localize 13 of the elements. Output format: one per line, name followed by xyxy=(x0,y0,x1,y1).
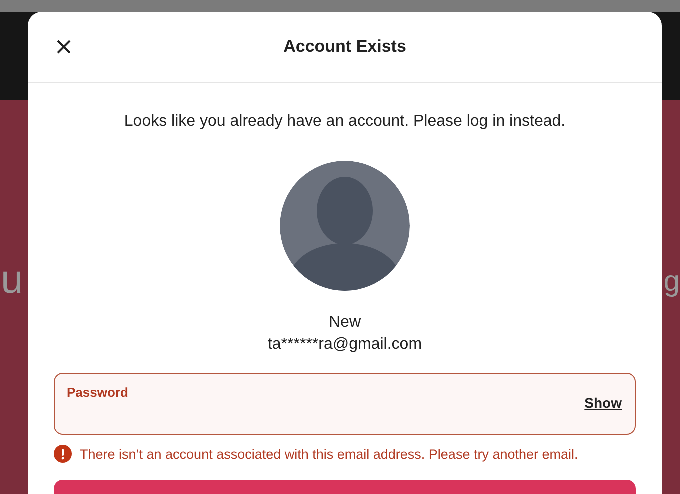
message-text: Looks like you already have an account. Please log in instead. xyxy=(124,113,566,131)
account-email: ta******ra@gmail.com xyxy=(268,336,422,354)
field-label: Password xyxy=(67,385,128,400)
error-message: There isn’t an account associated with this email address. Please try another email. xyxy=(80,446,578,462)
dialog-title: Account Exists xyxy=(284,37,406,57)
close-icon xyxy=(56,39,72,55)
password-field[interactable]: Password Show xyxy=(54,373,636,435)
background-text: u xyxy=(1,260,24,300)
background-text: g xyxy=(664,268,680,300)
error-icon xyxy=(54,445,72,463)
avatar-icon xyxy=(280,161,410,291)
account-name: New xyxy=(328,314,361,332)
show-password-link[interactable]: Show xyxy=(584,395,622,411)
